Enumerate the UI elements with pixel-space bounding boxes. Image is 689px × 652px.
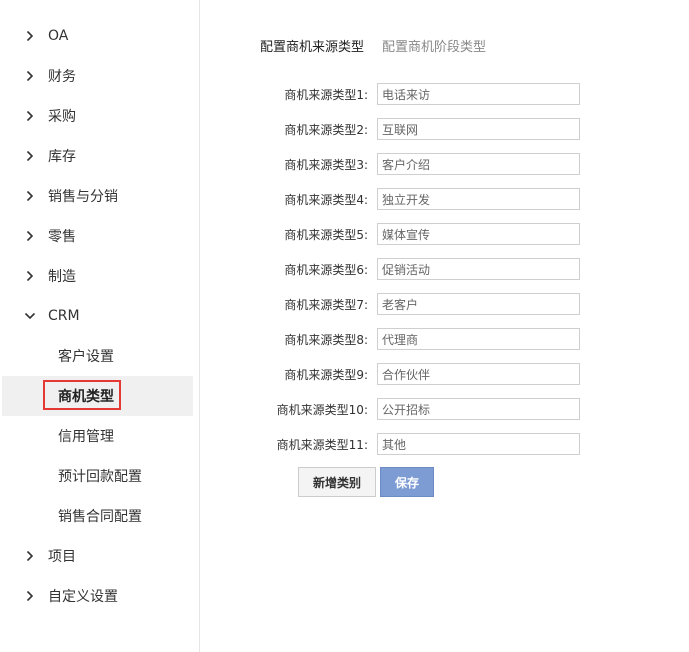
- form-row: 商机来源类型10:: [0, 398, 689, 420]
- tab-opportunity-source-type[interactable]: 配置商机来源类型: [260, 36, 364, 55]
- field-label: 商机来源类型10:: [276, 403, 368, 417]
- form-row: 商机来源类型9:: [0, 363, 689, 385]
- source-type-input[interactable]: [377, 188, 580, 210]
- field-label: 商机来源类型2:: [284, 123, 368, 137]
- add-category-button[interactable]: 新增类别: [298, 467, 376, 497]
- chevron-right-icon: [24, 550, 36, 562]
- source-type-input[interactable]: [377, 328, 580, 350]
- form-row: 商机来源类型4:: [0, 188, 689, 210]
- chevron-right-icon: [24, 30, 36, 42]
- field-label: 商机来源类型4:: [284, 193, 368, 207]
- sidebar-item-oa[interactable]: OA: [0, 16, 200, 56]
- tab-opportunity-stage-type[interactable]: 配置商机阶段类型: [382, 36, 486, 55]
- source-type-input[interactable]: [377, 293, 580, 315]
- source-type-input[interactable]: [377, 118, 580, 140]
- chevron-right-icon: [24, 590, 36, 602]
- sidebar-subitem-label: 销售合同配置: [58, 509, 142, 525]
- sidebar-subitem-sales-contract[interactable]: 销售合同配置: [0, 496, 193, 536]
- form-row: 商机来源类型6:: [0, 258, 689, 280]
- form-row: 商机来源类型7:: [0, 293, 689, 315]
- sidebar-item-label: 项目: [48, 549, 76, 565]
- sidebar-item-label: 自定义设置: [48, 589, 118, 605]
- source-type-input[interactable]: [377, 153, 580, 175]
- source-type-input[interactable]: [377, 433, 580, 455]
- field-label: 商机来源类型1:: [284, 88, 368, 102]
- sidebar-item-project[interactable]: 项目: [0, 536, 200, 576]
- field-label: 商机来源类型3:: [284, 158, 368, 172]
- source-type-input[interactable]: [377, 398, 580, 420]
- field-label: 商机来源类型8:: [284, 333, 368, 347]
- source-type-input[interactable]: [377, 223, 580, 245]
- form-row: 商机来源类型5:: [0, 223, 689, 245]
- field-label: 商机来源类型5:: [284, 228, 368, 242]
- field-label: 商机来源类型11:: [276, 438, 368, 452]
- sidebar-item-label: OA: [48, 28, 69, 44]
- field-label: 商机来源类型9:: [284, 368, 368, 382]
- field-label: 商机来源类型6:: [284, 263, 368, 277]
- source-type-input[interactable]: [377, 258, 580, 280]
- form-row: 商机来源类型3:: [0, 153, 689, 175]
- sidebar-subitem-payment-forecast[interactable]: 预计回款配置: [0, 456, 193, 496]
- form-row: 商机来源类型1:: [0, 83, 689, 105]
- chevron-right-icon: [24, 70, 36, 82]
- field-label: 商机来源类型7:: [284, 298, 368, 312]
- form-row: 商机来源类型8:: [0, 328, 689, 350]
- form-row: 商机来源类型11:: [0, 433, 689, 455]
- form-row: 商机来源类型2:: [0, 118, 689, 140]
- source-type-input[interactable]: [377, 83, 580, 105]
- sidebar-item-custom-settings[interactable]: 自定义设置: [0, 576, 200, 616]
- save-button[interactable]: 保存: [380, 467, 434, 497]
- sidebar-subitem-label: 预计回款配置: [58, 469, 142, 485]
- source-type-input[interactable]: [377, 363, 580, 385]
